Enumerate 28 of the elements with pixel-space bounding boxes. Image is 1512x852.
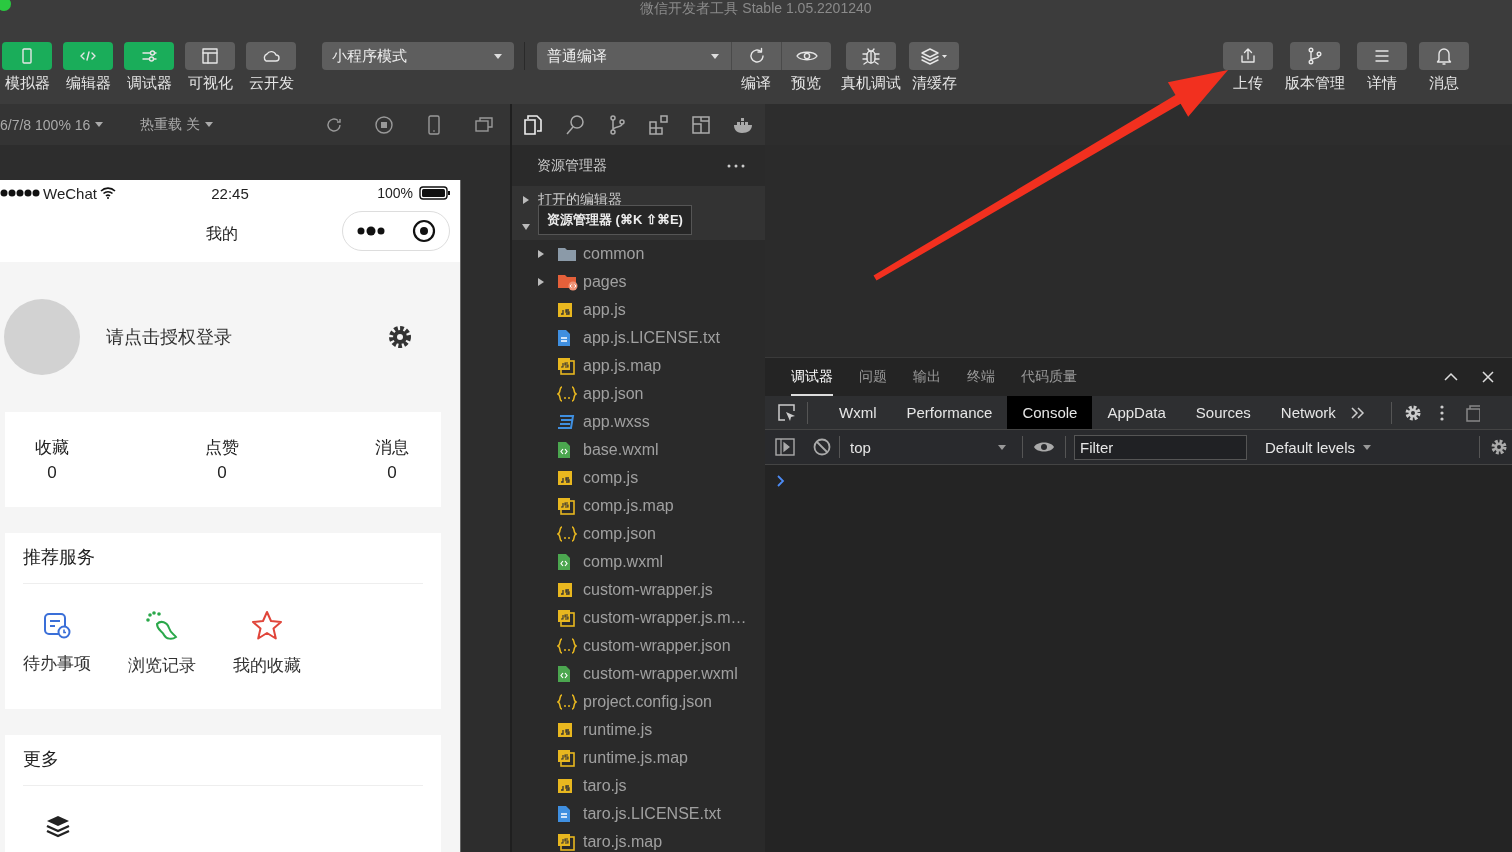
toolbar-label: 云开发 xyxy=(248,73,294,93)
panel-title: 资源管理器 xyxy=(537,156,607,175)
toolbar-label: 详情 xyxy=(1367,73,1397,93)
stat-value: 0 xyxy=(47,463,57,483)
carrier-name: WeChat xyxy=(43,184,97,202)
toolbar-label: 预览 xyxy=(791,73,821,93)
toolbar-label: 上传 xyxy=(1233,73,1263,93)
toolbar-label: 编译 xyxy=(741,73,771,93)
toolbar-label: 可视化 xyxy=(187,73,233,93)
section-title: 更多 xyxy=(23,735,423,786)
stat-label: 点赞 xyxy=(205,437,239,459)
toolbar-label: 调试器 xyxy=(126,73,172,93)
toolbar-label: 真机调试 xyxy=(841,73,901,93)
toolbar-label: 消息 xyxy=(1429,73,1459,93)
toolbar-label: 清缓存 xyxy=(911,73,957,93)
tooltip: 资源管理器 (⌘K ⇧⌘E) xyxy=(538,205,692,235)
stat-value: 0 xyxy=(387,463,397,483)
stat-label: 消息 xyxy=(375,437,409,459)
toolbar-label: 版本管理 xyxy=(1285,73,1345,93)
status-time: 22:45 xyxy=(211,184,249,202)
stat-value: 0 xyxy=(217,463,227,483)
toolbar-label: 模拟器 xyxy=(4,73,50,93)
page-title: 我的 xyxy=(206,223,238,244)
toolbar-label: 编辑器 xyxy=(65,73,111,93)
window-title: 微信开发者工具 Stable 1.05.2201240 xyxy=(639,0,873,18)
battery-percent: 100% xyxy=(377,185,413,201)
stat-label: 收藏 xyxy=(35,437,69,459)
section-title: 推荐服务 xyxy=(23,533,423,584)
